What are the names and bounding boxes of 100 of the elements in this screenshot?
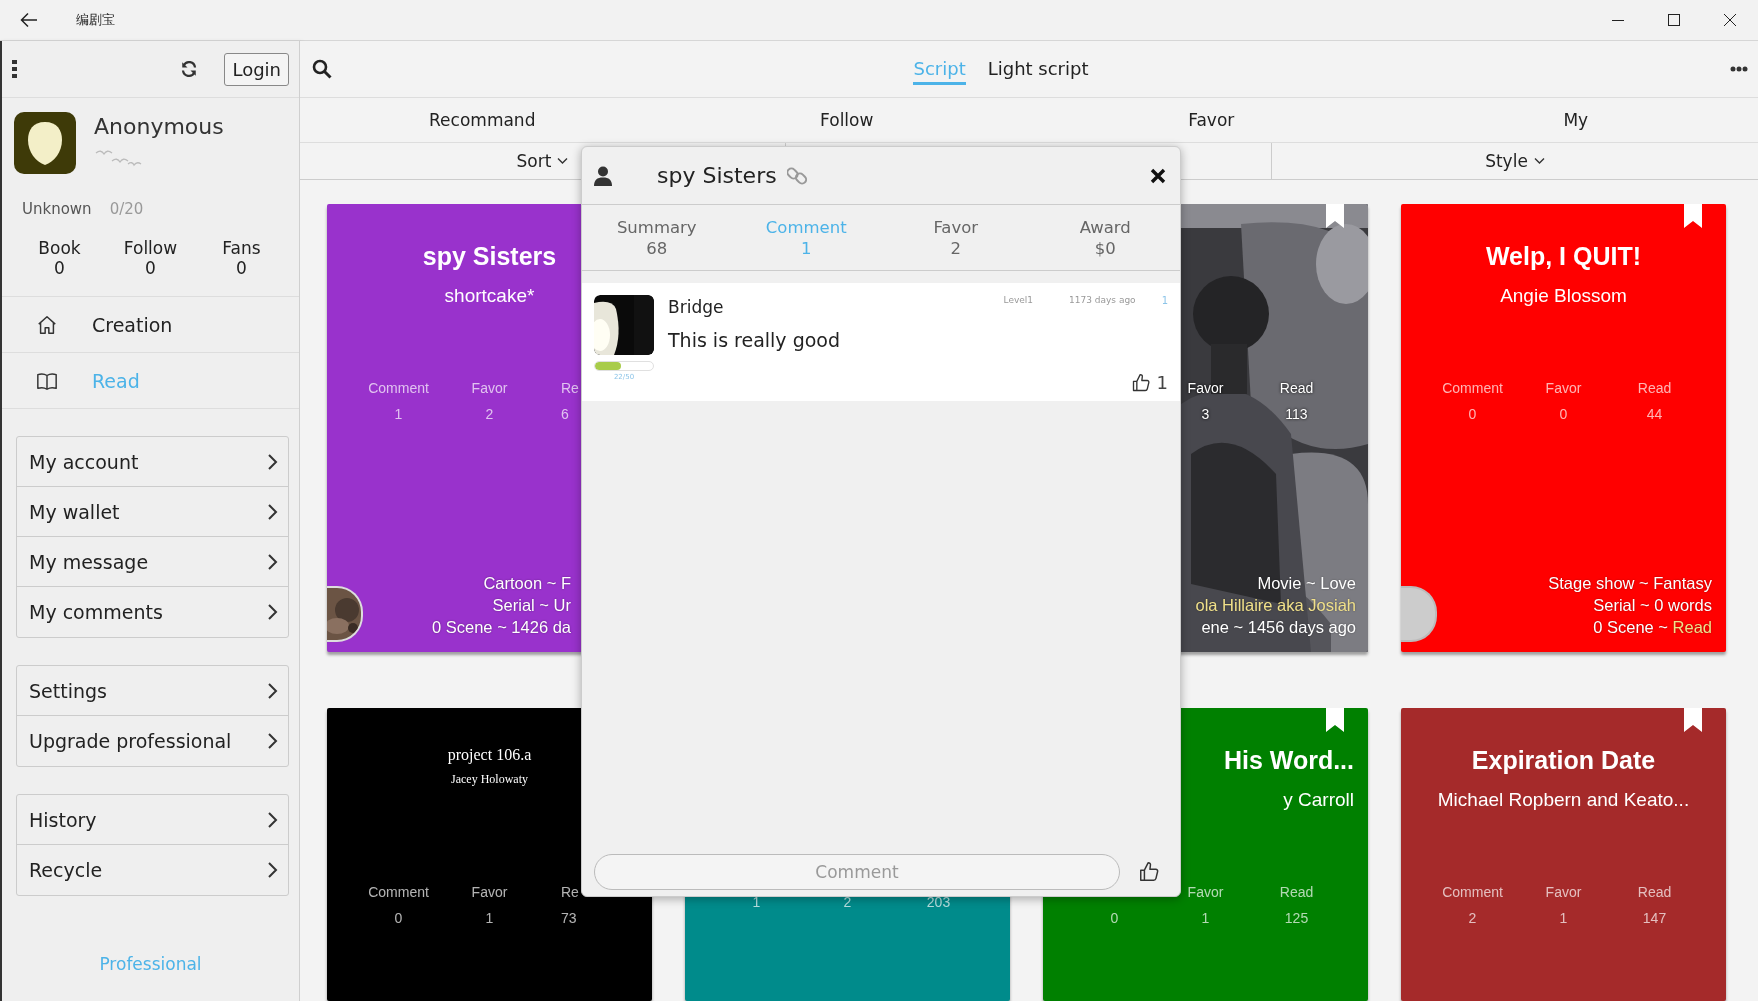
like-count: 1 <box>1156 372 1168 393</box>
chevron-right-icon <box>266 681 278 700</box>
stat-label: Read <box>1279 380 1314 396</box>
card-title: Expiration Date <box>1470 746 1657 775</box>
stat-label: Favor <box>1545 380 1582 396</box>
floor-number: 1 <box>1161 295 1168 306</box>
stat-value: 1 <box>485 910 494 926</box>
menu-item[interactable]: Upgrade professional <box>17 716 288 766</box>
stat-label: Comment <box>368 380 429 396</box>
bookmark-icon[interactable] <box>1326 708 1344 732</box>
back-arrow-icon[interactable] <box>20 12 38 28</box>
stat-value: 3 <box>1201 406 1210 422</box>
stat-value: 2 <box>1468 910 1477 926</box>
stat-value: 0 <box>144 258 157 278</box>
stat-value: 0 <box>394 910 403 926</box>
stat-label: Favor <box>471 380 508 396</box>
stat-label: Comment <box>1442 884 1503 900</box>
stat-label: Re <box>561 380 579 396</box>
card-title: spy Sisters <box>421 242 558 271</box>
stat-value: 73 <box>561 910 577 926</box>
card-info: Serial ~ Ur <box>491 595 571 616</box>
card-info: ola Hillaire aka Josiah <box>1194 595 1356 616</box>
card-author: Jacey Holowaty <box>450 772 529 787</box>
comment-time: 1173 days ago <box>1069 295 1136 305</box>
stat-value: 125 <box>1284 910 1309 926</box>
bookmark-icon[interactable] <box>1684 204 1702 228</box>
card-author: Angie Blossom <box>1499 285 1628 307</box>
close-icon[interactable] <box>1150 167 1166 184</box>
menu-item[interactable]: My wallet <box>17 487 288 537</box>
menu-item[interactable]: My message <box>17 537 288 587</box>
menu-item[interactable]: History <box>17 795 288 845</box>
category-tab[interactable]: My <box>1563 110 1589 130</box>
nav-item[interactable]: Creation <box>2 297 299 353</box>
card-info: Cartoon ~ F <box>482 573 571 594</box>
close-icon[interactable] <box>1724 14 1736 26</box>
thumbs-up-icon[interactable] <box>1138 861 1160 883</box>
tab[interactable]: Favor 2 <box>881 205 1031 270</box>
maximize-icon[interactable] <box>1668 14 1680 26</box>
login-button[interactable]: Login <box>224 52 289 86</box>
card-info: Serial ~ 0 words <box>1592 595 1712 616</box>
card-info: ene ~ 1456 days ago <box>1200 617 1356 638</box>
card-title: project 106.a <box>446 746 533 764</box>
card-author: shortcake* <box>443 285 536 307</box>
bookmark-icon[interactable] <box>1684 708 1702 732</box>
stat-value: 147 <box>1642 910 1667 926</box>
chevron-right-icon <box>266 603 278 621</box>
thumbs-up-icon[interactable] <box>1130 372 1151 393</box>
home-icon <box>36 313 58 336</box>
card-author: Michael Ropbern and Keato... <box>1436 789 1691 811</box>
stat-value: 0 <box>1468 406 1477 422</box>
card-info: 0 Scene ~ Read <box>1592 617 1712 638</box>
user-name: Anonymous <box>94 114 224 139</box>
filter-dropdown[interactable]: Sort <box>512 149 573 173</box>
stat-label: Fans <box>221 238 262 258</box>
kebab-menu-icon[interactable] <box>12 60 18 78</box>
category-tab[interactable]: Recommand <box>429 110 536 130</box>
chevron-right-icon <box>266 452 278 471</box>
stat-label: Book <box>37 238 82 258</box>
chevron-right-icon <box>266 810 278 829</box>
stat-label: Comment <box>1442 380 1503 396</box>
stat-label: Follow <box>122 238 179 258</box>
stat-label: Read <box>1637 884 1672 900</box>
stat-label: Favor <box>1187 380 1224 396</box>
refresh-icon[interactable] <box>180 60 199 78</box>
book-card[interactable]: Expiration Date Michael Ropbern and Keato... Comment Favor Read 2 1 147 <box>1401 708 1726 1001</box>
chevron-right-icon <box>266 861 278 879</box>
stat-value: 0 <box>1110 910 1119 926</box>
more-icon[interactable] <box>1730 66 1748 72</box>
category-tab[interactable]: Follow <box>820 110 874 130</box>
stat-value: 0 <box>53 258 66 278</box>
stat-value: 1 <box>1559 910 1568 926</box>
card-title: Welp, I QUIT! <box>1484 242 1643 271</box>
caret-icon <box>1533 157 1545 165</box>
user-name[interactable]: Bridge <box>668 297 724 317</box>
menu-item[interactable]: Settings <box>17 666 288 716</box>
bookmark-icon[interactable] <box>1326 204 1344 228</box>
stat-label: Favor <box>471 884 508 900</box>
chevron-right-icon <box>266 552 278 571</box>
stat-value: 1 <box>394 406 403 422</box>
stat-value: 0 <box>235 258 248 278</box>
filter-dropdown[interactable]: Style <box>1481 149 1549 173</box>
author-avatar[interactable] <box>327 586 363 642</box>
user-icon[interactable] <box>594 165 612 186</box>
stat-value: 44 <box>1646 406 1663 422</box>
stat-label: Favor <box>1545 884 1582 900</box>
stat-value: 0 <box>1559 406 1568 422</box>
tab[interactable]: Light script <box>987 53 1089 85</box>
chevron-right-icon <box>266 732 278 750</box>
stat-value: 2 <box>843 894 852 910</box>
avatar-icon[interactable] <box>14 112 76 174</box>
menu-item[interactable]: Recycle <box>17 845 288 895</box>
search-icon[interactable] <box>312 59 332 79</box>
stat-value: 2 <box>485 406 494 422</box>
menu-item[interactable]: My account <box>17 437 288 487</box>
comment-field[interactable]: Comment <box>594 854 1120 890</box>
card-author: y Carroll <box>1282 789 1354 811</box>
menu-item[interactable]: My comments <box>17 587 288 637</box>
comment-text: This is really good <box>668 329 842 351</box>
category-tab[interactable]: Favor <box>1188 110 1235 130</box>
book-card[interactable]: Welp, I QUIT! Angie Blossom Comment Favor Read 0 0 44 Stage show ~ Fantasy Serial ~ 0 words 0 Scene ~ Read <box>1401 204 1726 652</box>
